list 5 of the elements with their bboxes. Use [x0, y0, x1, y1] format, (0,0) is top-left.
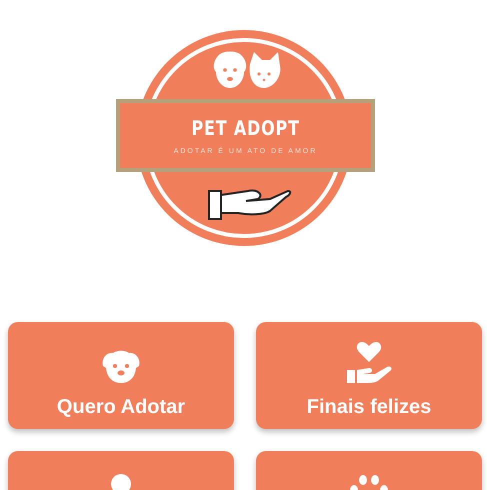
menu-button[interactable]: Quero Adotar: [8, 322, 234, 429]
app-title: PET ADOPT: [191, 116, 300, 140]
dog-icon: [101, 350, 141, 384]
heart-hand-icon: [345, 340, 393, 384]
menu-button[interactable]: Finais felizes: [256, 322, 482, 429]
